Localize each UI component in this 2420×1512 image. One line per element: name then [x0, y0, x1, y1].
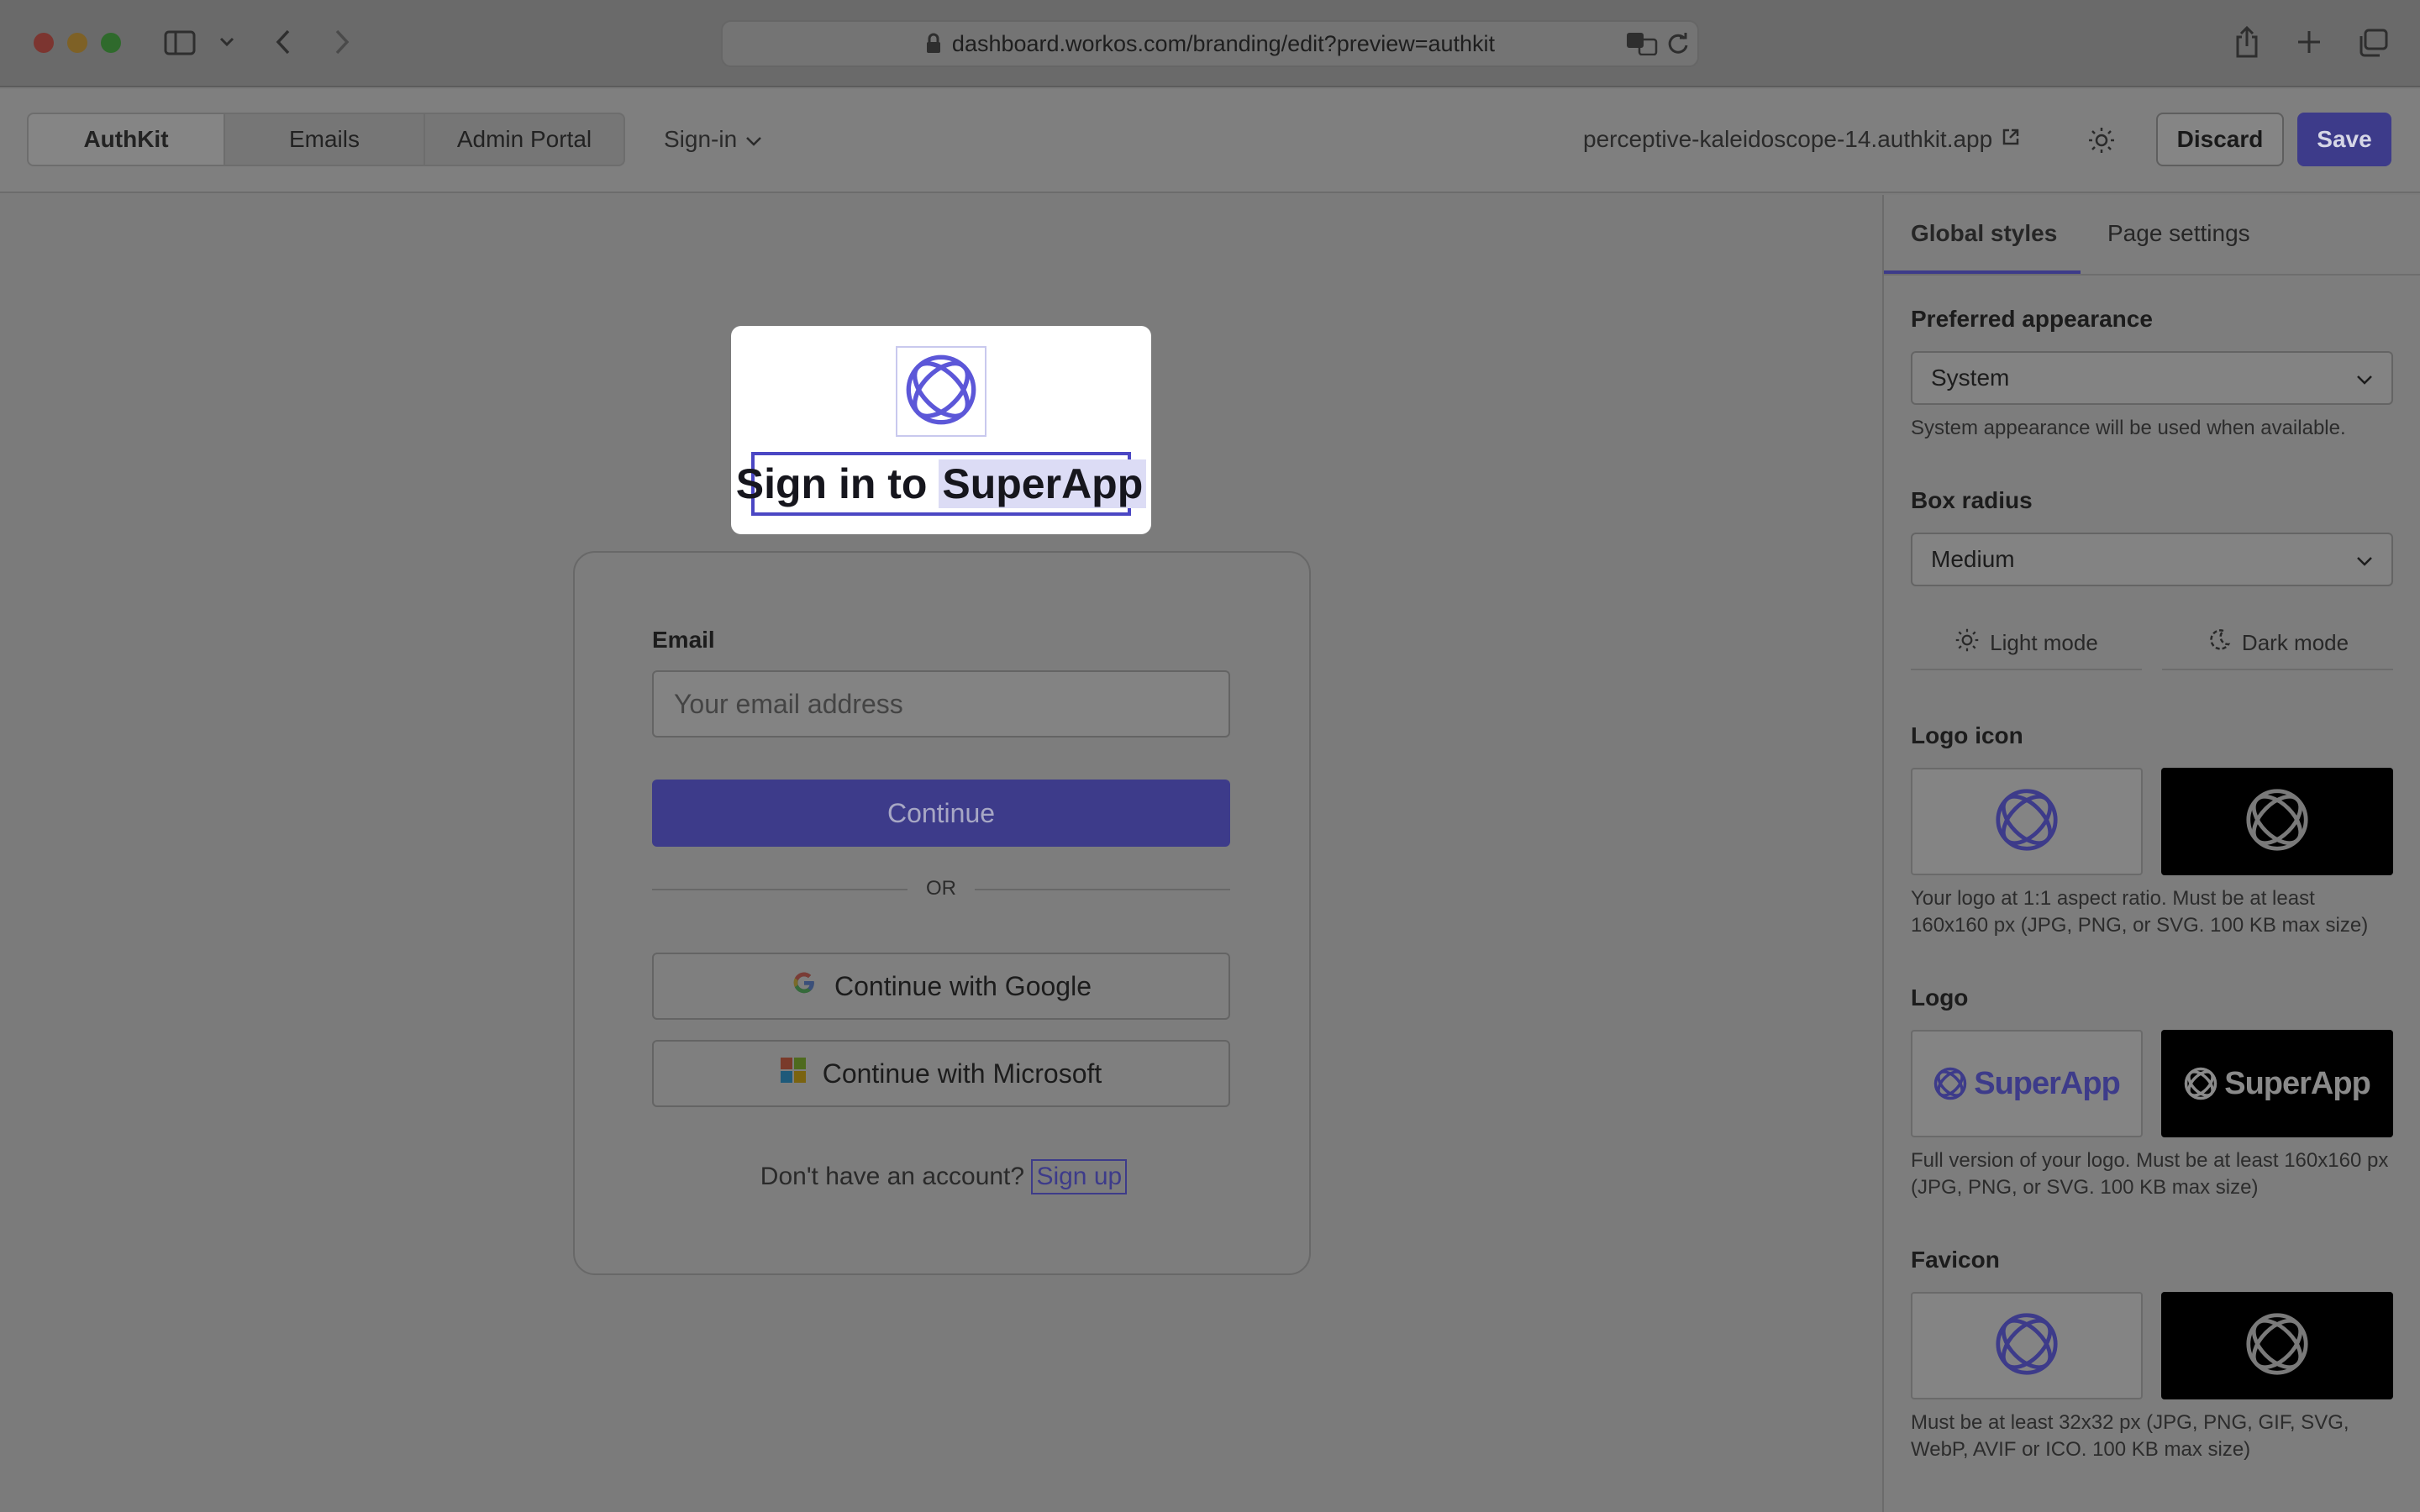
styles-sidebar: Global styles Page settings Preferred ap… [1882, 195, 2420, 1512]
light-mode-label: Light mode [1990, 629, 2098, 655]
translate-icon[interactable] [1625, 30, 1659, 57]
authkit-domain-link[interactable]: perceptive-kaleidoscope-14.authkit.app [1583, 126, 2021, 153]
chevron-down-icon[interactable] [217, 32, 237, 52]
page-select-dropdown[interactable]: Sign-in [664, 126, 762, 153]
chevron-down-icon [745, 126, 762, 153]
google-signin-label: Continue with Google [834, 970, 1092, 1001]
logo-icon-dark-upload[interactable] [2161, 768, 2393, 875]
discard-button[interactable]: Discard [2156, 113, 2284, 166]
domain-text: perceptive-kaleidoscope-14.authkit.app [1583, 126, 1993, 152]
box-radius-value: Medium [1931, 546, 2015, 572]
brand-logo-icon [1995, 1312, 2059, 1380]
light-mode-tab[interactable]: Light mode [1911, 617, 2142, 670]
close-window-button[interactable] [34, 33, 54, 53]
logo-icon-light-upload[interactable] [1911, 768, 2143, 875]
active-tab-indicator [1884, 270, 2081, 274]
tab-admin-portal[interactable]: Admin Portal [425, 114, 623, 165]
brand-logo-icon [2184, 1067, 2217, 1100]
address-bar[interactable]: dashboard.workos.com/branding/edit?previ… [721, 20, 1699, 67]
microsoft-signin-label: Continue with Microsoft [822, 1058, 1102, 1089]
chevron-down-icon [2356, 546, 2373, 573]
logo-icon-label: Logo icon [1911, 722, 2023, 748]
new-tab-icon[interactable] [2294, 27, 2324, 57]
logo-wordmark-text: SuperApp [2224, 1065, 2371, 1101]
appearance-hint: System appearance will be used when avai… [1911, 417, 2346, 439]
box-radius-select[interactable]: Medium [1911, 533, 2393, 586]
tab-authkit[interactable]: AuthKit [29, 114, 225, 165]
title-prefix: Sign in to [735, 460, 928, 507]
appearance-select[interactable]: System [1911, 351, 2393, 405]
url-text: dashboard.workos.com/branding/edit?previ… [951, 30, 1496, 56]
appearance-value: System [1931, 365, 2010, 391]
dark-mode-label: Dark mode [2241, 629, 2349, 655]
save-button[interactable]: Save [2297, 113, 2391, 166]
preview-header-highlight: Sign in to SuperApp [731, 326, 1151, 534]
reload-icon[interactable] [1665, 30, 1691, 57]
tab-global-styles[interactable]: Global styles [1911, 220, 2057, 247]
lock-icon [925, 33, 942, 55]
product-tabs: AuthKit Emails Admin Portal [27, 113, 625, 166]
signin-preview-card: Email Your email address Continue OR Con… [573, 551, 1311, 1275]
favicon-light-upload[interactable] [1911, 1292, 2143, 1399]
moon-icon [2207, 627, 2232, 659]
logo-wordmark-text: SuperApp [1974, 1065, 2121, 1101]
maximize-window-button[interactable] [101, 33, 121, 53]
mode-toggle: Light mode Dark mode [1911, 617, 2393, 670]
brand-logo-icon [2245, 1312, 2309, 1380]
preview-logo[interactable] [896, 346, 986, 437]
microsoft-icon [780, 1058, 806, 1089]
signup-prompt-text: Don't have an account? [760, 1163, 1025, 1190]
chevron-down-icon [2356, 365, 2373, 391]
favicon-hint: Must be at least 32x32 px (JPG, PNG, GIF… [1911, 1411, 2349, 1461]
favicon-label: Favicon [1911, 1247, 2000, 1273]
theme-toggle-icon[interactable] [2087, 126, 2116, 159]
sidebar-tabs: Global styles Page settings [1884, 195, 2420, 276]
page-select-label: Sign-in [664, 126, 738, 152]
logo-label: Logo [1911, 984, 1969, 1011]
box-radius-label: Box radius [1911, 487, 2033, 513]
dark-mode-tab[interactable]: Dark mode [2162, 617, 2393, 670]
tab-emails[interactable]: Emails [225, 114, 425, 165]
brand-logo-icon [2245, 788, 2309, 856]
share-icon[interactable] [2232, 24, 2262, 60]
title-app-name[interactable]: SuperApp [939, 459, 1147, 508]
logo-dark-upload[interactable]: SuperApp [2161, 1030, 2393, 1137]
tab-page-settings[interactable]: Page settings [2107, 220, 2250, 247]
logo-wordmark: SuperApp [1933, 1065, 2121, 1102]
signup-prompt: Don't have an account? Sign up [575, 1159, 1313, 1194]
sun-icon [1954, 627, 1980, 659]
email-label: Email [652, 627, 715, 653]
google-icon [791, 969, 818, 1003]
browser-toolbar: dashboard.workos.com/branding/edit?previ… [0, 0, 2420, 87]
continue-button[interactable]: Continue [652, 780, 1230, 847]
logo-icon-hint: Your logo at 1:1 aspect ratio. Must be a… [1911, 887, 2369, 937]
favicon-dark-upload[interactable] [2161, 1292, 2393, 1399]
logo-light-upload[interactable]: SuperApp [1911, 1030, 2143, 1137]
sidebar-toggle-icon[interactable] [163, 29, 197, 57]
tab-overview-icon[interactable] [2356, 27, 2390, 59]
brand-logo-icon [1933, 1067, 1967, 1100]
forward-icon[interactable] [329, 27, 355, 57]
branding-toolbar: AuthKit Emails Admin Portal Sign-in perc… [0, 89, 2420, 193]
or-separator: OR [908, 877, 975, 900]
brand-logo-icon [905, 354, 977, 430]
email-field[interactable]: Your email address [652, 670, 1230, 738]
preview-title[interactable]: Sign in to SuperApp [736, 452, 1147, 516]
external-link-icon [2001, 126, 2021, 153]
signup-link[interactable]: Sign up [1031, 1159, 1128, 1194]
logo-wordmark: SuperApp [2184, 1065, 2371, 1102]
brand-logo-icon [1995, 788, 2059, 856]
appearance-label: Preferred appearance [1911, 306, 2153, 332]
minimize-window-button[interactable] [67, 33, 87, 53]
microsoft-signin-button[interactable]: Continue with Microsoft [652, 1040, 1230, 1107]
back-icon[interactable] [271, 27, 296, 57]
logo-hint: Full version of your logo. Must be at le… [1911, 1149, 2389, 1199]
google-signin-button[interactable]: Continue with Google [652, 953, 1230, 1020]
